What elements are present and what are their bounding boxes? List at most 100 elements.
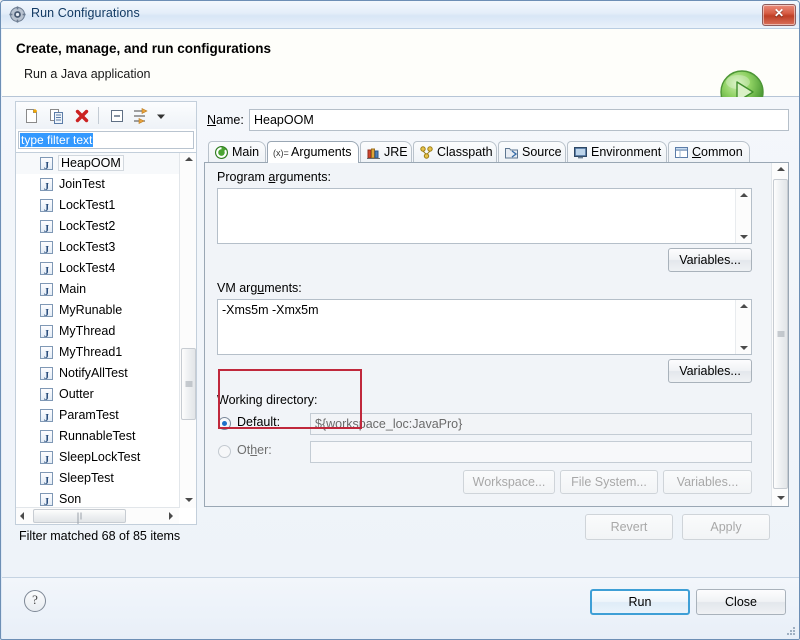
revert-apply-row: Revert Apply (204, 514, 789, 540)
scroll-grip-icon (76, 512, 83, 524)
tree-item-label: Outter (59, 387, 94, 401)
variable-xequals-icon: (x)= (273, 145, 289, 160)
scroll-grip-icon (185, 381, 192, 388)
panel-scroll-thumb[interactable] (773, 179, 788, 489)
chevron-down-icon[interactable] (154, 106, 168, 126)
tab-panel-scrollbar[interactable] (771, 163, 788, 506)
tree-item-label: Son (59, 492, 82, 506)
revert-button[interactable]: Revert (585, 514, 673, 540)
scroll-up-arrow-icon[interactable] (773, 163, 788, 178)
working-dir-other-radio[interactable] (218, 445, 231, 458)
source-folder-icon (504, 145, 519, 160)
tree-item-son[interactable]: Son (16, 489, 179, 508)
vm-arguments-textarea[interactable]: -Xms5m -Xmx5m (217, 299, 752, 355)
run-configurations-dialog: Run Configurations Create, manage, and r… (0, 0, 800, 640)
program-arguments-variables-button[interactable]: Variables... (668, 248, 752, 272)
scroll-down-arrow-icon[interactable] (773, 490, 788, 505)
tree-item-locktest2[interactable]: LockTest2 (16, 216, 179, 240)
scroll-down-arrow-icon[interactable] (181, 492, 196, 507)
java-class-icon (40, 282, 53, 303)
tree-item-jointest[interactable]: JoinTest (16, 174, 179, 198)
tab-jre[interactable]: JRE (360, 141, 412, 163)
help-question-icon[interactable] (24, 590, 46, 612)
java-class-icon (40, 471, 53, 492)
scroll-up-arrow-icon[interactable] (181, 153, 196, 168)
tab-main[interactable]: Main (208, 141, 266, 163)
tree-item-label: LockTest2 (59, 219, 116, 233)
working-dir-other-input[interactable] (310, 441, 752, 463)
tree-item-mythread[interactable]: MyThread (16, 321, 179, 345)
tree-item-locktest1[interactable]: LockTest1 (16, 195, 179, 219)
tree-item-runnabletest[interactable]: RunnableTest (16, 426, 179, 450)
working-dir-variables-button[interactable]: Variables... (663, 470, 752, 494)
workspace-button[interactable]: Workspace... (463, 470, 555, 494)
program-arguments-scrollbar[interactable] (735, 189, 751, 243)
tree-item-label: LockTest3 (59, 240, 116, 254)
tree-item-mythread1[interactable]: MyThread1 (16, 342, 179, 366)
tree-hscroll-thumb[interactable] (33, 509, 126, 524)
scroll-down-arrow-icon[interactable] (736, 340, 750, 354)
tab-environment[interactable]: Environment (567, 141, 667, 163)
java-class-icon (40, 387, 53, 408)
tree-item-locktest4[interactable]: LockTest4 (16, 258, 179, 282)
scroll-up-arrow-icon[interactable] (736, 300, 750, 314)
working-dir-default-label: Default: (237, 415, 281, 429)
program-arguments-textarea[interactable] (217, 188, 752, 244)
tab-common[interactable]: Common (668, 141, 750, 163)
java-class-icon (40, 177, 53, 198)
tab-label: Classpath (437, 145, 493, 159)
tree-vertical-scrollbar[interactable] (179, 153, 196, 508)
scroll-down-arrow-icon[interactable] (736, 229, 750, 243)
tree-horizontal-scrollbar[interactable] (16, 507, 179, 524)
tab-source[interactable]: Source (498, 141, 566, 163)
java-class-icon (40, 240, 53, 261)
close-icon[interactable] (762, 4, 796, 26)
java-class-icon (40, 492, 53, 508)
tree-item-label: ParamTest (59, 408, 119, 422)
search-input[interactable] (18, 131, 194, 149)
java-class-icon (40, 324, 53, 345)
tree-item-sleeplocktest[interactable]: SleepLockTest (16, 447, 179, 471)
new-document-icon[interactable] (22, 106, 42, 126)
tree-item-myrunable[interactable]: MyRunable (16, 300, 179, 324)
configuration-name-input[interactable] (249, 109, 789, 131)
apply-button[interactable]: Apply (682, 514, 770, 540)
filter-arrows-icon[interactable] (131, 106, 151, 126)
tree-scroll-thumb[interactable] (181, 348, 196, 420)
tree-item-sleeptest[interactable]: SleepTest (16, 468, 179, 492)
scroll-up-arrow-icon[interactable] (736, 189, 750, 203)
tab-bar: Main (x)= Arguments JRE Classpath Source Envir… (204, 141, 789, 163)
configurations-tree[interactable]: HeapOOM JoinTest LockTest1 LockTest2 LockTes… (15, 153, 197, 525)
close-button[interactable]: Close (696, 589, 786, 615)
working-dir-default-radio[interactable] (218, 417, 231, 430)
java-class-icon (40, 303, 53, 324)
filter-status-text: Filter matched 68 of 85 items (19, 529, 181, 543)
java-class-icon (40, 450, 53, 471)
scroll-right-arrow-icon[interactable] (163, 508, 178, 523)
resize-grip-icon[interactable] (785, 625, 797, 637)
java-class-icon (40, 366, 53, 387)
copy-icon[interactable] (47, 106, 67, 126)
vm-arguments-scrollbar[interactable] (735, 300, 751, 354)
tab-classpath[interactable]: Classpath (413, 141, 497, 163)
vm-arguments-variables-button[interactable]: Variables... (668, 359, 752, 383)
jre-library-icon (366, 145, 381, 160)
scroll-grip-icon (777, 331, 784, 338)
tree-item-label: NotifyAllTest (59, 366, 128, 380)
scroll-left-arrow-icon[interactable] (16, 508, 31, 523)
tab-arguments[interactable]: (x)= Arguments (267, 141, 359, 163)
tree-item-outter[interactable]: Outter (16, 384, 179, 408)
collapse-all-icon[interactable] (107, 106, 127, 126)
tree-item-label: MyThread (59, 324, 116, 338)
red-x-delete-icon[interactable] (72, 106, 92, 126)
tree-item-notifyalltest[interactable]: NotifyAllTest (16, 363, 179, 387)
file-system-button[interactable]: File System... (560, 470, 658, 494)
tree-item-paramtest[interactable]: ParamTest (16, 405, 179, 429)
run-button[interactable]: Run (590, 589, 690, 615)
tab-label: Common (692, 145, 743, 159)
working-directory-label: Working directory: (217, 393, 318, 407)
tree-item-heapoom[interactable]: HeapOOM (16, 153, 179, 177)
tree-item-locktest3[interactable]: LockTest3 (16, 237, 179, 261)
name-row: Name: (204, 109, 789, 133)
tree-item-main[interactable]: Main (16, 279, 179, 303)
